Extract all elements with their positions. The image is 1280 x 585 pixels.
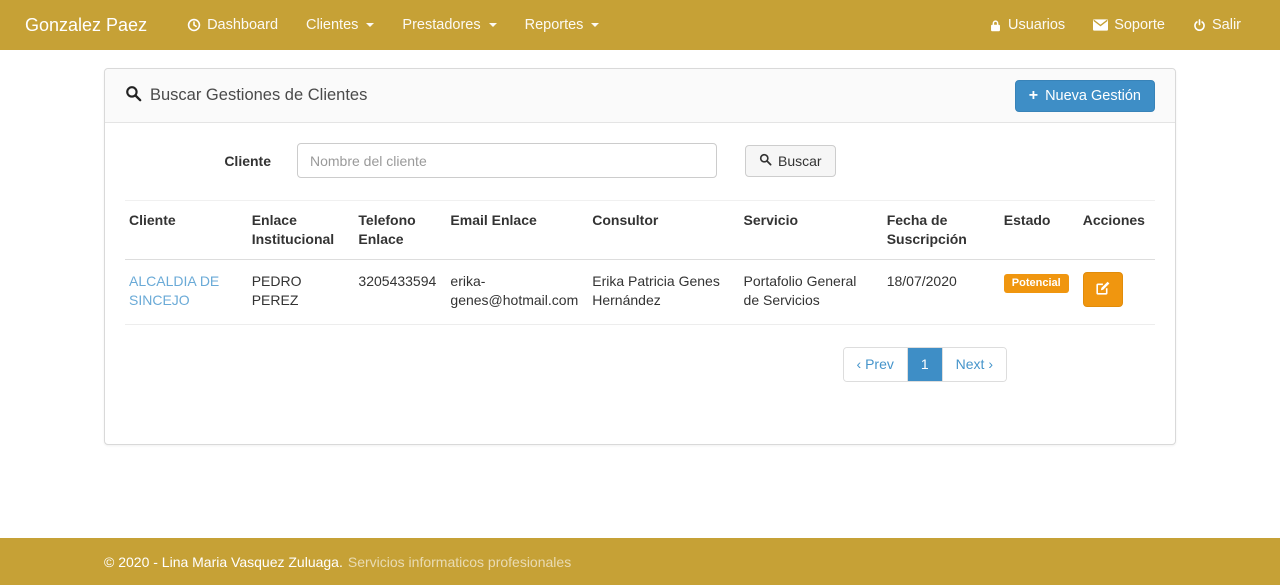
pagination-next[interactable]: Next ›	[943, 348, 1006, 382]
cliente-field-label: Cliente	[125, 153, 297, 169]
status-badge: Potencial	[1004, 274, 1069, 293]
nav-item-label: Clientes	[306, 17, 358, 33]
nav-item-label: Dashboard	[207, 17, 278, 33]
nueva-gestion-button[interactable]: + Nueva Gestión	[1015, 80, 1155, 112]
column-header-acciones: Acciones	[1079, 201, 1155, 260]
nav-item-prestadores[interactable]: Prestadores	[388, 0, 510, 50]
nav-item-clientes[interactable]: Clientes	[292, 0, 388, 50]
nav-item-salir[interactable]: Salir	[1179, 0, 1255, 50]
plus-icon: +	[1029, 88, 1038, 104]
card-body: Cliente Buscar Cliente Enlace Inst	[105, 123, 1175, 444]
cell-enlace-institucional: PEDRO PEREZ	[248, 259, 355, 324]
brand-link[interactable]: Gonzalez Paez	[25, 15, 147, 36]
search-icon	[759, 153, 772, 169]
buscar-button[interactable]: Buscar	[745, 145, 836, 177]
page-title-text: Buscar Gestiones de Clientes	[150, 86, 367, 105]
edit-icon	[1095, 280, 1111, 299]
chevron-down-icon	[591, 23, 599, 27]
nueva-gestion-label: Nueva Gestión	[1045, 88, 1141, 104]
column-header-fecha-suscripcion: Fecha de Suscripción	[883, 201, 1000, 260]
cell-servicio: Portafolio General de Servicios	[740, 259, 883, 324]
cliente-link[interactable]: ALCALDIA DE SINCEJO	[129, 273, 219, 308]
chevron-down-icon	[366, 23, 374, 27]
nav-item-label: Prestadores	[402, 17, 480, 33]
table-header-row: Cliente Enlace Institucional Telefono En…	[125, 201, 1155, 260]
pagination-container: ‹ Prev 1 Next ›	[125, 347, 1007, 383]
cell-fecha-suscripcion: 18/07/2020	[883, 259, 1000, 324]
nav-item-dashboard[interactable]: Dashboard	[173, 0, 292, 50]
column-header-enlace-institucional: Enlace Institucional	[248, 201, 355, 260]
dashboard-icon	[187, 18, 201, 32]
edit-action-button[interactable]	[1083, 272, 1123, 307]
nav-item-label: Usuarios	[1008, 17, 1065, 33]
column-header-servicio: Servicio	[740, 201, 883, 260]
page: Gonzalez Paez Dashboard Clientes Prestad…	[0, 0, 1280, 585]
nav-item-reportes[interactable]: Reportes	[511, 0, 614, 50]
column-header-email-enlace: Email Enlace	[446, 201, 588, 260]
buscar-button-label: Buscar	[778, 153, 822, 169]
pagination-prev[interactable]: ‹ Prev	[844, 348, 908, 382]
footer: © 2020 - Lina Maria Vasquez Zuluaga. Ser…	[0, 538, 1280, 585]
cell-telefono-enlace: 3205433594	[354, 259, 446, 324]
gestiones-table: Cliente Enlace Institucional Telefono En…	[125, 200, 1155, 325]
card-header: Buscar Gestiones de Clientes + Nueva Ges…	[105, 69, 1175, 123]
cell-acciones	[1079, 259, 1155, 324]
gestiones-card: Buscar Gestiones de Clientes + Nueva Ges…	[104, 68, 1176, 445]
nav-item-label: Salir	[1212, 17, 1241, 33]
nav-item-usuarios[interactable]: Usuarios	[975, 0, 1079, 50]
top-navbar: Gonzalez Paez Dashboard Clientes Prestad…	[0, 0, 1280, 50]
search-icon	[125, 85, 142, 107]
column-header-consultor: Consultor	[588, 201, 739, 260]
table-row: ALCALDIA DE SINCEJO PEDRO PEREZ 32054335…	[125, 259, 1155, 324]
main-content: Buscar Gestiones de Clientes + Nueva Ges…	[0, 50, 1280, 538]
footer-tagline: Servicios informaticos profesionales	[348, 554, 571, 570]
column-header-estado: Estado	[1000, 201, 1079, 260]
envelope-icon	[1093, 19, 1108, 31]
pagination: ‹ Prev 1 Next ›	[843, 347, 1007, 383]
cell-consultor: Erika Patricia Genes Hernández	[588, 259, 739, 324]
cliente-search-input[interactable]	[297, 143, 717, 178]
page-title: Buscar Gestiones de Clientes	[125, 85, 367, 107]
cell-cliente: ALCALDIA DE SINCEJO	[125, 259, 248, 324]
column-header-telefono-enlace: Telefono Enlace	[354, 201, 446, 260]
power-icon	[1193, 19, 1206, 32]
search-form: Cliente Buscar	[125, 143, 1155, 178]
nav-item-label: Reportes	[525, 17, 584, 33]
nav-item-soporte[interactable]: Soporte	[1079, 0, 1179, 50]
footer-copyright: © 2020 - Lina Maria Vasquez Zuluaga.	[104, 554, 343, 570]
nav-menu: Dashboard Clientes Prestadores Reportes	[173, 0, 613, 50]
nav-item-label: Soporte	[1114, 17, 1165, 33]
nav-right-menu: Usuarios Soporte Salir	[975, 0, 1255, 50]
pagination-page-1[interactable]: 1	[908, 348, 943, 382]
chevron-down-icon	[489, 23, 497, 27]
cell-email-enlace: erika-genes@hotmail.com	[446, 259, 588, 324]
column-header-cliente: Cliente	[125, 201, 248, 260]
lock-icon	[989, 19, 1002, 32]
cell-estado: Potencial	[1000, 259, 1079, 324]
